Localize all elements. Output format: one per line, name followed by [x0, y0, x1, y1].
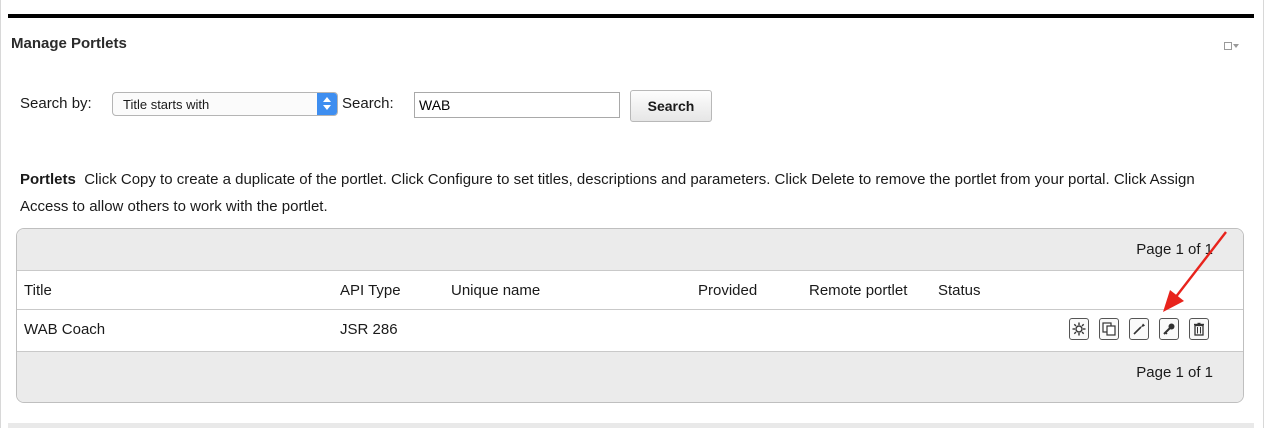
- annotation-arrow-icon: [1163, 231, 1227, 312]
